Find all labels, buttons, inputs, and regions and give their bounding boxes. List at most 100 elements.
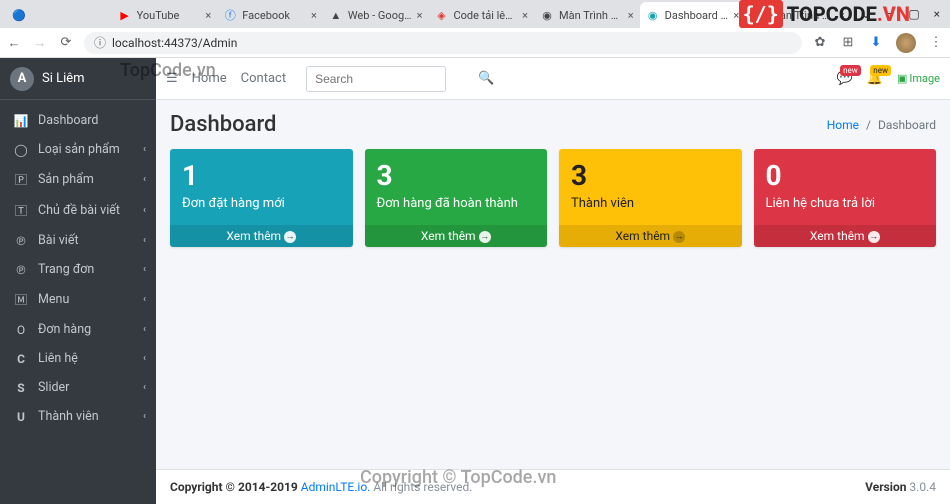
alert-badge: new <box>870 65 891 76</box>
chevron-left-icon: ‹ <box>143 411 146 422</box>
arrow-right-icon: → <box>479 231 491 243</box>
stat-more-link[interactable]: Xem thêm→ <box>365 225 548 247</box>
tab-title: Màn Trình Diễn Đầy <box>559 9 624 22</box>
sidebar-item-bai-viet[interactable]: ℗ Bài viết ‹ <box>0 226 156 255</box>
chevron-left-icon: ‹ <box>143 324 146 335</box>
window-close-icon[interactable]: × <box>934 7 940 21</box>
sidebar-item-label: Liên hệ <box>38 351 78 366</box>
sidebar-item-label: Menu <box>38 292 69 307</box>
page-title: Dashboard <box>170 112 276 137</box>
url-field[interactable]: ⓘ localhost:44373/Admin <box>84 32 802 54</box>
stat-label: Đơn hàng đã hoàn thành <box>377 196 536 211</box>
topcode-brand-overlay: {/} TOPCODE.VN <box>739 0 910 28</box>
stat-value: 3 <box>571 159 730 192</box>
sidebar-item-slider[interactable]: SSlider‹ <box>0 373 156 402</box>
stat-card-orders-new: 1Đơn đặt hàng mới Xem thêm→ <box>170 149 353 247</box>
sidebar-item-label: Bài viết <box>38 233 79 248</box>
o-circle-icon: O <box>12 323 30 337</box>
sidebar-item-don-hang[interactable]: O Đơn hàng ‹ <box>0 315 156 344</box>
sidebar-item-label: Đơn hàng <box>38 322 91 337</box>
sidebar-item-loai-san-pham[interactable]: ◯Loại sản phẩm‹ <box>0 135 156 164</box>
close-icon[interactable]: × <box>628 9 634 22</box>
user-image-placeholder[interactable]: ▣Image <box>897 72 940 85</box>
window-maximize-icon[interactable]: ▢ <box>908 7 919 21</box>
image-broken-icon: ▣ <box>897 72 907 85</box>
sidebar-item-menu[interactable]: 🄼Menu‹ <box>0 284 156 315</box>
browser-tab[interactable]: ⓕ Facebook × <box>217 2 323 28</box>
stat-cards-row: 1Đơn đặt hàng mới Xem thêm→ 3 Đơn hàng đã… <box>156 149 950 247</box>
search-box[interactable]: 🔍 <box>306 66 446 92</box>
pinterest-icon: ℗ <box>12 263 30 277</box>
menu-toggle-icon[interactable]: ☰ <box>166 71 178 86</box>
forward-icon[interactable]: → <box>32 35 48 51</box>
pinterest-icon: ℗ <box>12 234 30 248</box>
close-icon[interactable]: × <box>311 9 317 22</box>
nav-home-link[interactable]: Home <box>192 71 227 86</box>
browser-tab[interactable]: ▶YouTube× <box>112 2 218 28</box>
browser-tab-active[interactable]: ◉Dashboard - Quản lý× <box>640 2 746 28</box>
chevron-left-icon: ‹ <box>143 174 146 185</box>
browser-tab[interactable]: 🔵 <box>6 2 112 28</box>
circle-icon: ◯ <box>12 143 30 157</box>
alerts-button[interactable]: 🔔 new <box>867 71 883 86</box>
chevron-left-icon: ‹ <box>143 382 146 393</box>
c-bold-icon: C <box>12 352 30 366</box>
breadcrumb-current: Dashboard <box>878 118 936 132</box>
search-input[interactable] <box>307 72 478 86</box>
sidebar-item-label: Dashboard <box>38 113 98 128</box>
breadcrumb-home-link[interactable]: Home <box>827 118 859 132</box>
topcode-icon: ◈ <box>434 8 448 22</box>
sidebar-brand[interactable]: A Si Liêm <box>0 58 156 100</box>
stat-value: 1 <box>182 159 341 192</box>
extensions-puzzle-icon[interactable]: ⊞ <box>840 35 856 50</box>
stat-more-link[interactable]: Xem thêm→ <box>170 225 353 247</box>
chevron-left-icon: ‹ <box>143 294 146 305</box>
browser-tab[interactable]: ◉Màn Trình Diễn Đầy× <box>534 2 640 28</box>
chrome-dot-icon: 🔵 <box>12 8 26 22</box>
brand-logo-icon: {/} <box>739 0 783 28</box>
facebook-icon: ⓕ <box>223 8 237 22</box>
chevron-left-icon: ‹ <box>143 205 146 216</box>
tachometer-icon: 📊 <box>12 114 30 128</box>
reload-icon[interactable]: ⟳ <box>58 35 74 50</box>
sidebar-item-dashboard[interactable]: 📊 Dashboard <box>0 106 156 135</box>
stat-value: 0 <box>766 159 925 192</box>
admin-icon: ◉ <box>646 8 660 22</box>
stat-more-link[interactable]: Xem thêm→ <box>559 225 742 247</box>
close-icon[interactable]: × <box>417 9 423 22</box>
sidebar-item-label: Thành viên <box>38 409 99 424</box>
t-square-icon: 🅃 <box>12 202 30 219</box>
sidebar-item-thanh-vien[interactable]: U Thành viên ‹ <box>0 402 156 431</box>
sidebar-item-trang-don[interactable]: ℗Trang đơn‹ <box>0 255 156 284</box>
main-content: ☰ Home Contact 🔍 💬 new 🔔 new ▣Image Das <box>156 58 950 504</box>
back-icon[interactable]: ← <box>6 35 22 51</box>
browser-tab[interactable]: ▲Web - Google Drive× <box>323 2 429 28</box>
stat-label: Thành viên <box>571 196 730 211</box>
tab-title: Facebook <box>242 9 307 22</box>
footer-suffix: All rights reserved. <box>370 480 472 494</box>
close-icon[interactable]: × <box>205 9 211 22</box>
site-info-icon[interactable]: ⓘ <box>94 34 106 51</box>
footer-version: 3.0.4 <box>906 480 936 494</box>
breadcrumb: Home / Dashboard <box>827 118 936 132</box>
u-bold-icon: U <box>12 410 30 424</box>
nav-contact-link[interactable]: Contact <box>241 71 286 86</box>
chevron-left-icon: ‹ <box>143 235 146 246</box>
chevron-left-icon: ‹ <box>143 353 146 364</box>
search-icon[interactable]: 🔍 <box>478 71 494 86</box>
close-icon[interactable]: × <box>522 9 528 22</box>
sidebar-item-san-pham[interactable]: 🄿Sản phẩm‹ <box>0 164 156 195</box>
sidebar-item-lien-he[interactable]: C Liên hệ ‹ <box>0 344 156 373</box>
kebab-menu-icon[interactable]: ⋮ <box>928 35 944 50</box>
notif-badge: new <box>840 65 861 76</box>
footer-brand-link[interactable]: AdminLTE.io. <box>301 480 371 494</box>
browser-tab[interactable]: ◈Code tải lên của tôi× <box>428 2 534 28</box>
stat-more-link[interactable]: Xem thêm→ <box>754 225 937 247</box>
avatar[interactable] <box>896 33 916 53</box>
sidebar: A Si Liêm 📊 Dashboard ◯Loại sản phẩm‹ 🄿Sả… <box>0 58 156 504</box>
notifications-button[interactable]: 💬 new <box>837 71 853 86</box>
sidebar-item-chu-de-bai-viet[interactable]: 🅃Chủ đề bài viết‹ <box>0 195 156 226</box>
download-icon[interactable]: ⬇ <box>868 35 884 50</box>
sidebar-nav: 📊Dashboard ◯Loại sản phẩm‹ 🄿Sản phẩm‹ 🅃C… <box>0 100 156 437</box>
extension-icon[interactable]: ✿ <box>812 35 828 50</box>
